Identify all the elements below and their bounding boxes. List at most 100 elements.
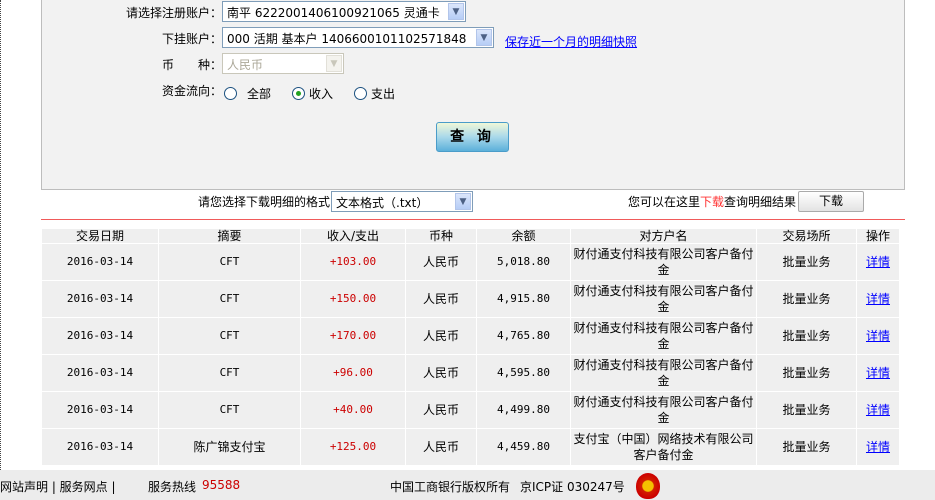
cell-currency: 人民币: [405, 354, 477, 392]
radio-icon: [224, 87, 237, 100]
cell-venue: 批量业务: [756, 243, 857, 281]
cell-balance: 4,915.80: [476, 280, 571, 318]
flow-radio-all[interactable]: 全部: [224, 85, 271, 102]
cell-balance: 4,765.80: [476, 317, 571, 355]
table-row: 2016-03-14 CFT +96.00 人民币 4,595.80 财付通支付科技有限公…: [41, 354, 900, 392]
download-button[interactable]: 下载: [798, 191, 864, 212]
radio-label: 全部: [247, 87, 272, 101]
col-counterparty: 对方户名: [570, 228, 757, 244]
cell-amount: +96.00: [300, 354, 406, 392]
cell-date: 2016-03-14: [41, 243, 159, 281]
cell-summary: CFT: [158, 317, 301, 355]
cell-date: 2016-03-14: [41, 428, 159, 466]
col-balance: 余额: [476, 228, 571, 244]
radio-checked-icon: [292, 87, 305, 100]
download-hint: 您可以在这里下载查询明细结果: [628, 193, 796, 210]
reg-account-value: 南平 6222001406100921065 灵通卡: [227, 6, 440, 20]
col-date: 交易日期: [41, 228, 159, 244]
radio-icon: [354, 87, 367, 100]
cell-summary: CFT: [158, 391, 301, 429]
cell-amount: +125.00: [300, 428, 406, 466]
cell-summary: 陈广锦支付宝: [158, 428, 301, 466]
cell-currency: 人民币: [405, 317, 477, 355]
cell-action: 详情: [856, 280, 900, 318]
currency-label: 币 种：: [161, 58, 222, 72]
cell-action: 详情: [856, 391, 900, 429]
sub-account-label: 下挂账户：: [161, 32, 222, 46]
cell-balance: 4,459.80: [476, 428, 571, 466]
radio-label: 收入: [309, 87, 334, 101]
table-row: 2016-03-14 陈广锦支付宝 +125.00 人民币 4,459.80 支付宝（中国…: [41, 428, 900, 466]
cell-action: 详情: [856, 354, 900, 392]
format-select[interactable]: 文本格式（.txt） ▼: [331, 191, 473, 212]
cell-counterparty: 财付通支付科技有限公司客户备付金: [570, 317, 757, 355]
cell-date: 2016-03-14: [41, 317, 159, 355]
flow-radio-income[interactable]: 收入: [292, 85, 333, 102]
cell-action: 详情: [856, 428, 900, 466]
cell-balance: 5,018.80: [476, 243, 571, 281]
sub-account-select[interactable]: 000 活期 基本户 1406600101102571848 ▼: [222, 27, 494, 48]
chevron-down-icon: ▼: [448, 3, 464, 20]
col-currency: 币种: [405, 228, 477, 244]
save-snapshot-link[interactable]: 保存近一个月的明细快照: [505, 33, 637, 50]
copyright: 中国工商银行版权所有: [390, 480, 511, 494]
icp-number: 京ICP证 030247号: [520, 480, 625, 494]
cell-summary: CFT: [158, 280, 301, 318]
currency-select: 人民币 ▼: [222, 53, 344, 74]
chevron-down-icon: ▼: [455, 193, 471, 210]
page-left-border: [0, 0, 1, 470]
cell-summary: CFT: [158, 243, 301, 281]
cell-date: 2016-03-14: [41, 391, 159, 429]
cell-amount: +103.00: [300, 243, 406, 281]
cell-currency: 人民币: [405, 391, 477, 429]
currency-value: 人民币: [227, 58, 264, 72]
cell-venue: 批量业务: [756, 354, 857, 392]
chevron-down-icon: ▼: [326, 55, 342, 72]
reg-account-select[interactable]: 南平 6222001406100921065 灵通卡 ▼: [222, 1, 466, 22]
cell-amount: +150.00: [300, 280, 406, 318]
cell-currency: 人民币: [405, 428, 477, 466]
cell-amount: +170.00: [300, 317, 406, 355]
cell-balance: 4,499.80: [476, 391, 571, 429]
format-value: 文本格式（.txt）: [336, 196, 429, 210]
details-link[interactable]: 详情: [866, 366, 890, 380]
cell-action: 详情: [856, 243, 900, 281]
cell-date: 2016-03-14: [41, 354, 159, 392]
radio-label: 支出: [371, 87, 396, 101]
details-link[interactable]: 详情: [866, 255, 890, 269]
cell-action: 详情: [856, 317, 900, 355]
cell-summary: CFT: [158, 354, 301, 392]
cell-amount: +40.00: [300, 391, 406, 429]
col-summary: 摘要: [158, 228, 301, 244]
sub-account-value: 000 活期 基本户 1406600101102571848: [227, 32, 467, 46]
details-link[interactable]: 详情: [866, 329, 890, 343]
cell-date: 2016-03-14: [41, 280, 159, 318]
details-link[interactable]: 详情: [866, 440, 890, 454]
hint-text: 查询明细结果: [724, 195, 797, 209]
cell-currency: 人民币: [405, 243, 477, 281]
footer-links[interactable]: 网站声明 | 服务网点 |: [0, 478, 116, 495]
cell-counterparty: 财付通支付科技有限公司客户备付金: [570, 354, 757, 392]
flow-label: 资金流向：: [161, 84, 222, 98]
cell-counterparty: 财付通支付科技有限公司客户备付金: [570, 280, 757, 318]
table-row: 2016-03-14 CFT +150.00 人民币 4,915.80 财付通支付科技有限…: [41, 280, 900, 318]
cell-venue: 批量业务: [756, 317, 857, 355]
hint-text: 您可以在这里: [628, 195, 701, 209]
cell-venue: 批量业务: [756, 428, 857, 466]
cell-venue: 批量业务: [756, 280, 857, 318]
hint-download-text: 下载: [700, 195, 725, 209]
query-button[interactable]: 查 询: [436, 122, 509, 152]
table-row: 2016-03-14 CFT +40.00 人民币 4,499.80 财付通支付科技有限公…: [41, 391, 900, 429]
details-link[interactable]: 详情: [866, 292, 890, 306]
cell-venue: 批量业务: [756, 391, 857, 429]
format-label: 请您选择下载明细的格式: [198, 195, 331, 209]
query-panel: 请选择注册账户： 南平 6222001406100921065 灵通卡 ▼ 下挂账…: [41, 0, 905, 190]
cell-balance: 4,595.80: [476, 354, 571, 392]
table-header: 交易日期 摘要 收入/支出 币种 余额 对方户名 交易场所 操作: [41, 228, 900, 244]
details-link[interactable]: 详情: [866, 403, 890, 417]
chevron-down-icon: ▼: [476, 29, 492, 46]
cell-counterparty: 支付宝（中国）网络技术有限公司客户备付金: [570, 428, 757, 466]
flow-radio-expense[interactable]: 支出: [354, 85, 395, 102]
national-emblem-icon: [636, 473, 660, 499]
cell-counterparty: 财付通支付科技有限公司客户备付金: [570, 243, 757, 281]
